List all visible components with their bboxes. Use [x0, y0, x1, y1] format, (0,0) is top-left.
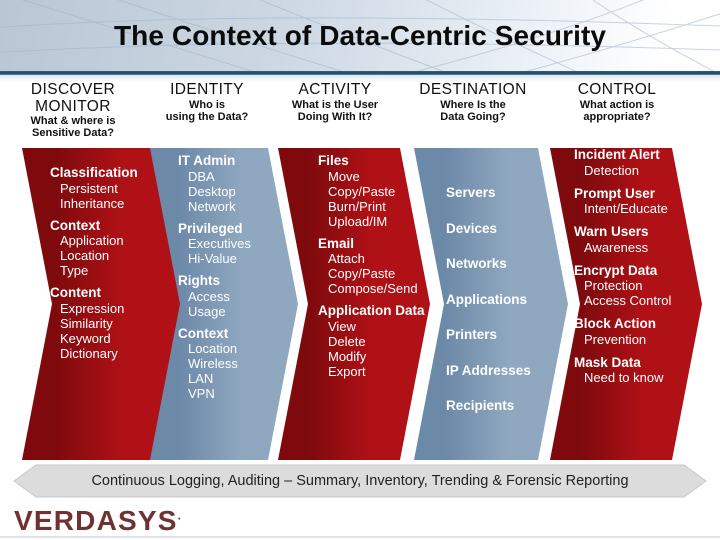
chevron-text-destination: Servers Devices Networks Applications Printe…: [414, 148, 568, 460]
page-title: The Context of Data-Centric Security: [113, 19, 607, 51]
column-headings: DISCOVER MONITOR What & where is Sensitive …: [0, 81, 720, 148]
chevron-group: Encrypt Data Protection Access Control: [574, 262, 702, 308]
chevron-control: Incident Alert Detection Prompt User Intent…: [550, 148, 702, 460]
chevron-group: Warn Users Awareness: [574, 225, 702, 254]
chevron-group-item: Protection: [584, 278, 643, 293]
column-heading-sub2: Sensitive Data?: [32, 127, 114, 140]
chevron-group-item: Intent/Educate: [584, 201, 668, 216]
chevron-group-title: Encrypt Data: [574, 262, 658, 278]
bottom-banner-text: Continuous Logging, Auditing – Summary, …: [91, 473, 629, 489]
chevron-group: Block Action Prevention: [574, 317, 702, 346]
column-heading-title: CONTROL: [577, 81, 657, 98]
chevron-group-title: Block Action: [574, 316, 657, 331]
chevron-group-item: Prevention: [584, 331, 647, 347]
chevron-activity: Files Move Copy/Paste Burn/Print Upload/IM Em…: [278, 148, 430, 460]
column-heading-control: CONTROL What action is appropriate?: [527, 81, 707, 123]
chevron-group-item: Awareness: [584, 239, 649, 255]
chevron-group: Incident Alert Detection: [574, 148, 702, 177]
verdasys-logo-text: VERDASYS: [14, 505, 178, 536]
chevron-group-title: Mask Data: [574, 354, 641, 370]
chevron-group-title: Warn Users: [574, 224, 649, 239]
bottom-banner: Continuous Logging, Auditing – Summary, …: [0, 463, 720, 499]
chevron-group-item: Access Control: [584, 293, 672, 308]
verdasys-logo-mark: .: [177, 508, 181, 523]
chevron-identity: IT Admin DBA Desktop Network Privileged Execu…: [150, 148, 298, 460]
chevron-group-title: Prompt User: [574, 185, 656, 201]
chevron-group: Prompt User Intent/Educate: [574, 185, 702, 216]
chevron-stage: Classification Persistent Inheritance Conte…: [0, 148, 720, 460]
column-heading-sub2: appropriate?: [583, 110, 651, 123]
slide-header: The Context of Data-Centric Security: [0, 0, 720, 71]
column-heading-sub1: What action is: [579, 98, 655, 111]
chevron-group-title: Incident Alert: [574, 148, 660, 162]
chevron-destination: Servers Devices Networks Applications Printe…: [414, 148, 568, 460]
chevron-text-activity: Files Move Copy/Paste Burn/Print Upload/IM Em…: [278, 148, 430, 460]
chevron-group-item: Detection: [584, 162, 639, 178]
chevron-text-identity: IT Admin DBA Desktop Network Privileged Execu…: [150, 148, 298, 460]
verdasys-logo: VERDASYS.: [14, 505, 181, 537]
footer-divider: [0, 536, 720, 538]
chevron-group: Mask Data Need to know: [574, 354, 702, 385]
chevron-text-control: Incident Alert Detection Prompt User Intent…: [550, 148, 702, 460]
chevron-group-item: Need to know: [584, 370, 664, 385]
